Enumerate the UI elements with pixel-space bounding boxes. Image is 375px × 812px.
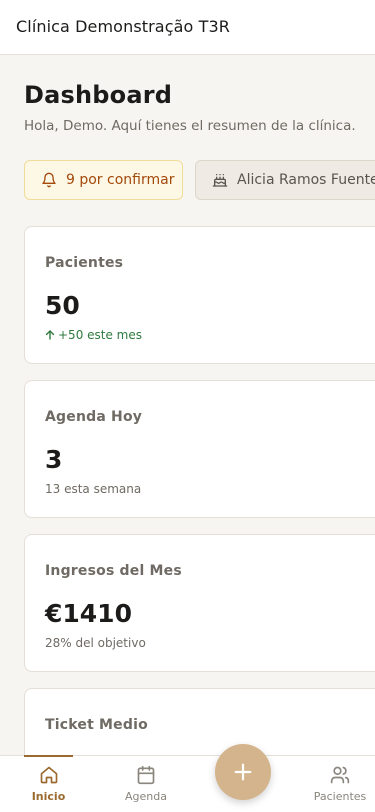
card-meta: 28% del objetivo (45, 636, 146, 650)
patients-card[interactable]: Pacientes 50 +50 este mes (24, 226, 375, 364)
bell-icon (41, 172, 57, 188)
nav-label: Pacientes (313, 790, 367, 803)
pending-confirmations-label: 9 por confirmar (66, 172, 175, 188)
clinic-name: Clínica Demonstração T3R (16, 17, 230, 36)
average-ticket-card[interactable]: Ticket Medio (24, 688, 375, 755)
nav-label: Inicio (31, 790, 66, 803)
calendar-icon (136, 765, 156, 785)
users-icon (330, 765, 350, 785)
pending-confirmations-chip[interactable]: 9 por confirmar (24, 160, 183, 200)
arrow-up-icon (45, 330, 55, 340)
bottom-navigation: Inicio Agenda Pacientes (0, 755, 375, 812)
nav-item-inicio[interactable]: Inicio (24, 755, 73, 812)
nav-item-pacientes[interactable]: Pacientes (310, 756, 370, 812)
birthday-chip[interactable]: Alicia Ramos Fuentes (195, 160, 375, 200)
card-meta-text: +50 este mes (58, 328, 142, 342)
main-content[interactable]: Dashboard Hola, Demo. Aquí tienes el res… (0, 56, 375, 755)
card-meta: 13 esta semana (45, 482, 142, 496)
card-label: Ingresos del Mes (45, 563, 182, 579)
card-meta: +50 este mes (45, 328, 142, 342)
card-value: 3 (45, 445, 63, 474)
nav-item-agenda[interactable]: Agenda (118, 756, 174, 812)
cake-icon (212, 172, 228, 188)
plus-icon (232, 761, 254, 783)
add-button[interactable] (215, 744, 271, 800)
page-title: Dashboard (24, 81, 173, 109)
card-label: Pacientes (45, 255, 124, 271)
card-value: 50 (45, 291, 80, 320)
monthly-income-card[interactable]: Ingresos del Mes €1410 28% del objetivo (24, 534, 375, 672)
home-icon (39, 765, 59, 785)
card-value: €1410 (45, 599, 132, 628)
top-bar: Clínica Demonstração T3R (0, 0, 375, 55)
nav-label: Agenda (125, 790, 167, 803)
card-label: Ticket Medio (45, 717, 148, 733)
birthday-label: Alicia Ramos Fuentes (237, 172, 375, 188)
card-label: Agenda Hoy (45, 409, 143, 425)
page-subtitle: Hola, Demo. Aquí tienes el resumen de la… (24, 118, 356, 134)
agenda-today-card[interactable]: Agenda Hoy 3 13 esta semana (24, 380, 375, 518)
